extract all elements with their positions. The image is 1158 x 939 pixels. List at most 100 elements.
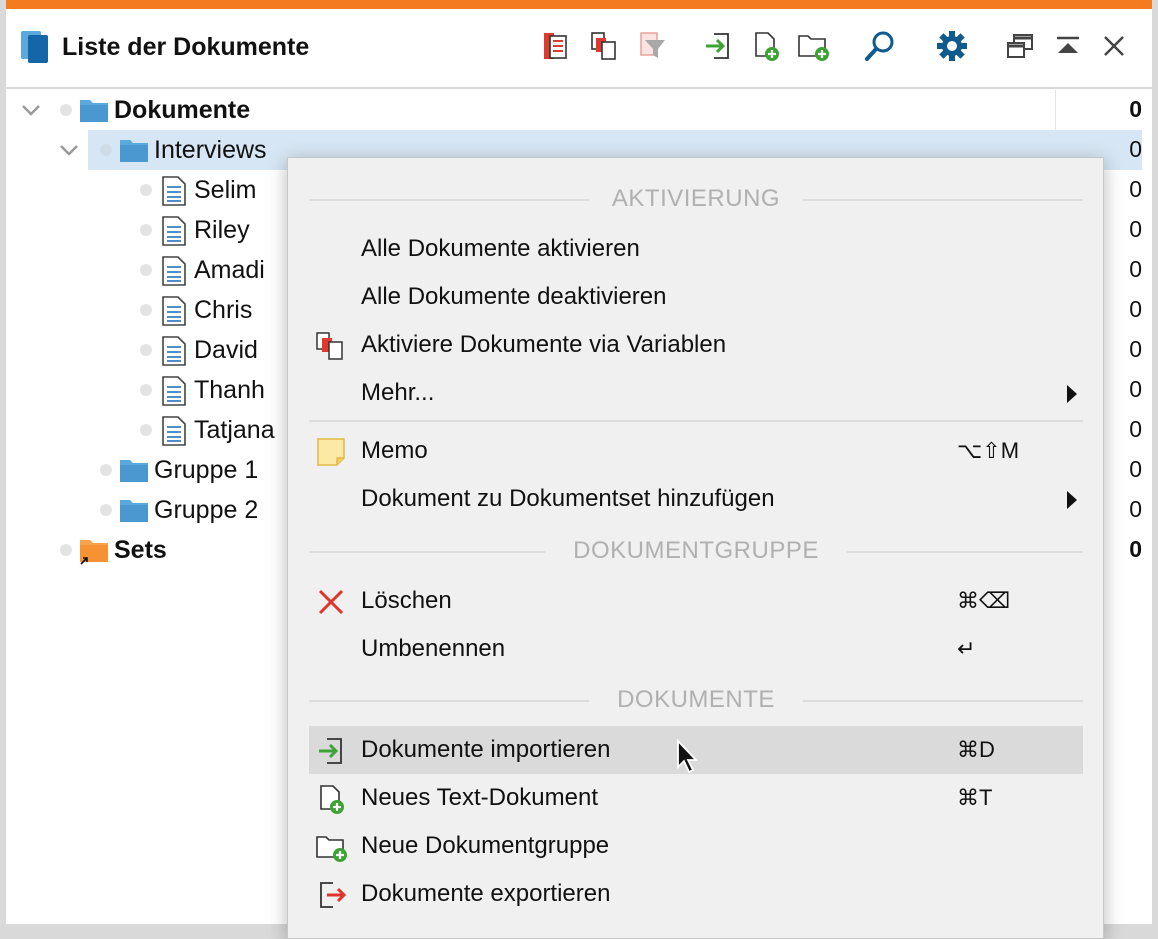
menu-item-label: Umbenennen (361, 635, 506, 662)
text-document-icon (161, 376, 187, 411)
activation-dot[interactable] (100, 464, 112, 476)
tree-row-label: Amadi (194, 256, 265, 284)
menu-item-label: Mehr... (361, 379, 435, 406)
tree-row-label: Tatjana (194, 416, 275, 444)
menu-item-new-text-document[interactable]: Neues Text-Dokument ⌘T (309, 774, 1083, 822)
new-document-icon[interactable] (748, 28, 784, 64)
menu-item-shortcut: ⌘⌫ (957, 588, 1011, 613)
activate-via-variables-icon (315, 330, 347, 362)
section-header-dokumente: DOKUMENTE (309, 686, 1083, 716)
mouse-cursor-icon (676, 738, 700, 780)
activation-dot[interactable] (140, 264, 152, 276)
menu-item-label: Neues Text-Dokument (361, 784, 598, 811)
new-folder-icon[interactable] (796, 28, 832, 64)
search-icon[interactable] (862, 28, 898, 64)
tree-row-count: 0 (1129, 176, 1142, 202)
menu-item-label: Neue Dokumentgruppe (361, 832, 610, 859)
activate-via-variables-icon[interactable] (538, 28, 574, 64)
menu-item-label: Dokument zu Dokumentset hinzufügen (361, 485, 775, 512)
new-document-icon (315, 783, 347, 815)
tree-row-label: Thanh (194, 376, 265, 404)
filter-icon[interactable] (634, 28, 670, 64)
import-icon[interactable] (700, 28, 736, 64)
context-menu: AKTIVIERUNG Alle Dokumente aktivieren Al… (287, 157, 1104, 939)
activation-dot[interactable] (60, 104, 72, 116)
menu-item-activate-all[interactable]: Alle Dokumente aktivieren (309, 225, 1083, 273)
folder-icon (119, 136, 149, 169)
tree-row-label: Gruppe 1 (154, 456, 259, 484)
menu-item-label: Alle Dokumente aktivieren (361, 235, 640, 262)
text-document-icon (161, 416, 187, 451)
tree-row-label: Chris (194, 296, 253, 324)
tree-row-count: 0 (1129, 376, 1142, 402)
tree-row-dokumente[interactable]: Dokumente 0 (6, 90, 1152, 130)
delete-icon (315, 586, 347, 618)
menu-item-memo[interactable]: Memo ⌥⇧M (309, 427, 1083, 475)
window-title: Liste der Dokumente (62, 33, 310, 61)
menu-item-shortcut: ⌘D (957, 737, 995, 762)
text-document-icon (161, 296, 187, 331)
activation-dot[interactable] (140, 184, 152, 196)
section-header-aktivierung: AKTIVIERUNG (309, 185, 1083, 215)
tree-row-count: 0 (1129, 96, 1142, 122)
tree-row-label: Interviews (154, 136, 267, 164)
activation-dot[interactable] (100, 504, 112, 516)
text-document-icon (161, 336, 187, 371)
section-header-dokumentgruppe: DOKUMENTGRUPPE (309, 537, 1083, 567)
activation-dot[interactable] (140, 384, 152, 396)
tree-row-count: 0 (1129, 416, 1142, 442)
activation-dot[interactable] (60, 544, 72, 556)
text-document-icon (161, 256, 187, 291)
tree-row-count: 0 (1129, 536, 1142, 562)
menu-item-shortcut: ⌘T (957, 785, 993, 810)
menu-item-add-to-set[interactable]: Dokument zu Dokumentset hinzufügen (309, 475, 1083, 523)
new-folder-icon (315, 831, 347, 863)
menu-item-shortcut: ⌥⇧M (957, 438, 1020, 463)
menu-item-export-documents[interactable]: Dokumente exportieren (309, 870, 1083, 918)
text-document-icon (161, 216, 187, 251)
tree-row-label: Dokumente (114, 96, 251, 124)
text-document-icon (161, 176, 187, 211)
accent-bar (6, 0, 1152, 9)
menu-item-more[interactable]: Mehr... (309, 369, 1083, 417)
menu-item-label: Dokumente exportieren (361, 880, 611, 907)
settings-icon[interactable] (934, 28, 970, 64)
chevron-down-icon[interactable] (58, 139, 80, 166)
section-title: AKTIVIERUNG (611, 185, 781, 212)
activation-dot[interactable] (140, 224, 152, 236)
import-icon (315, 735, 347, 767)
activation-dot[interactable] (140, 304, 152, 316)
tree-row-label: David (194, 336, 258, 364)
set-folder-icon (79, 536, 109, 571)
submenu-arrow-icon (1067, 385, 1077, 403)
menu-item-new-document-group[interactable]: Neue Dokumentgruppe (309, 822, 1083, 870)
folder-icon (119, 496, 149, 529)
activation-dot[interactable] (140, 344, 152, 356)
section-title: DOKUMENTGRUPPE (573, 537, 819, 564)
activation-dot[interactable] (140, 424, 152, 436)
folder-icon (119, 456, 149, 489)
chevron-down-icon[interactable] (20, 99, 42, 126)
menu-item-label: Aktiviere Dokumente via Variablen (361, 331, 727, 358)
activate-documents-icon[interactable] (586, 28, 622, 64)
export-icon (315, 879, 347, 911)
menu-item-label: Memo (361, 437, 428, 464)
folder-icon (79, 96, 109, 129)
collapse-icon[interactable] (1050, 28, 1086, 64)
undock-icon[interactable] (1002, 28, 1038, 64)
section-title: DOKUMENTE (617, 686, 775, 713)
menu-item-shortcut: ↵ (957, 636, 976, 661)
submenu-arrow-icon (1067, 491, 1077, 509)
tree-row-count: 0 (1129, 456, 1142, 482)
menu-item-activate-via-variables[interactable]: Aktiviere Dokumente via Variablen (309, 321, 1083, 369)
tree-row-label: Selim (194, 176, 257, 204)
tree-row-count: 0 (1129, 256, 1142, 282)
memo-icon (315, 436, 347, 468)
tree-row-count: 0 (1129, 296, 1142, 322)
menu-item-delete[interactable]: Löschen ⌘⌫ (309, 577, 1083, 625)
menu-item-label: Alle Dokumente deaktivieren (361, 283, 667, 310)
close-icon[interactable] (1096, 28, 1132, 64)
menu-item-deactivate-all[interactable]: Alle Dokumente deaktivieren (309, 273, 1083, 321)
menu-item-rename[interactable]: Umbenennen ↵ (309, 625, 1083, 673)
activation-dot[interactable] (100, 144, 112, 156)
